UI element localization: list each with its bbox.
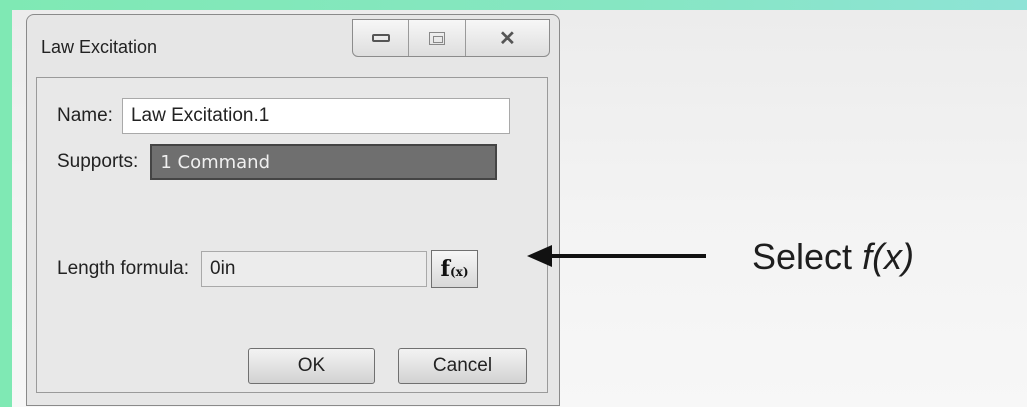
callout-label: Select f(x) bbox=[752, 236, 914, 278]
callout-arrow bbox=[527, 245, 706, 267]
callout-prefix: Select bbox=[752, 236, 863, 277]
arrow-left-icon bbox=[527, 245, 706, 267]
callout-emphasis: f(x) bbox=[862, 236, 915, 277]
